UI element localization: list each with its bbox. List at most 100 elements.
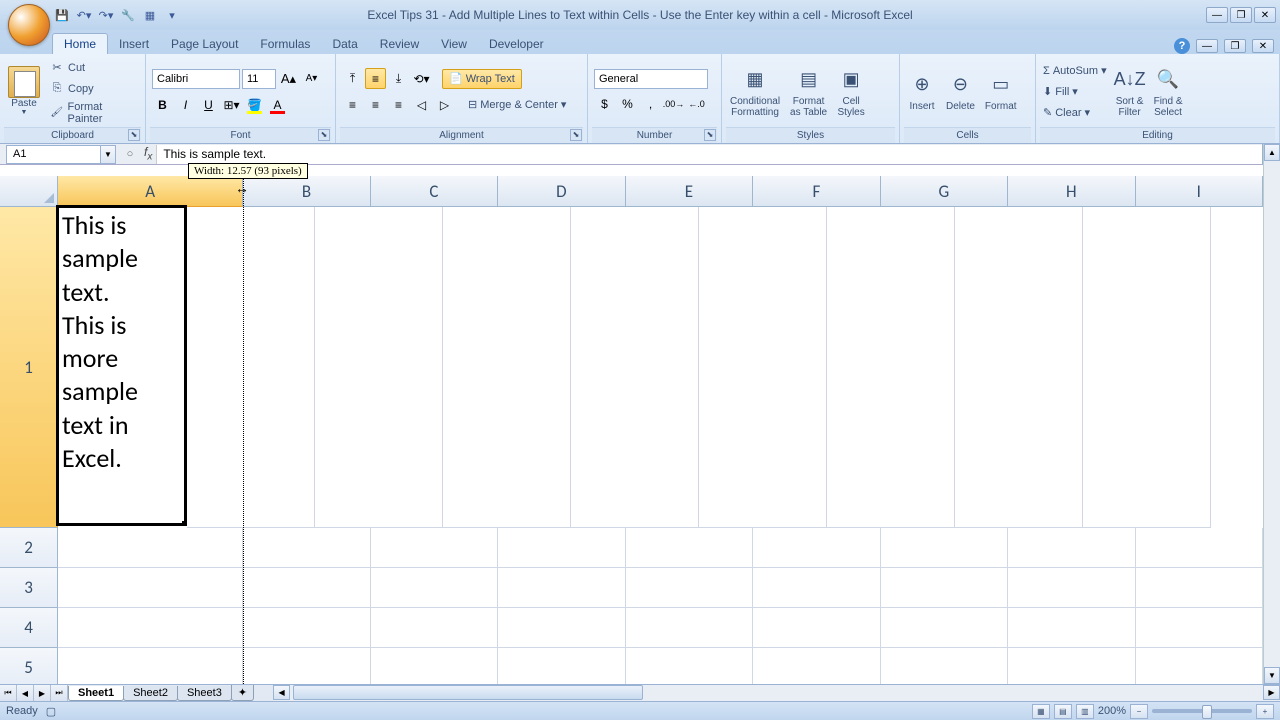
row-header-5[interactable]: 5 (0, 648, 58, 684)
font-color-button[interactable]: A (267, 94, 288, 115)
clear-button[interactable]: ✎Clear ▾ (1040, 103, 1110, 123)
cell-G3[interactable] (881, 568, 1008, 608)
increase-indent-button[interactable]: ▷ (434, 94, 455, 115)
qat-save-icon[interactable]: 💾 (52, 5, 72, 25)
cell-E1[interactable] (571, 207, 699, 528)
tab-data[interactable]: Data (321, 34, 368, 54)
cell-B4[interactable] (243, 608, 370, 648)
cell-H4[interactable] (1008, 608, 1135, 648)
sheet-nav-first[interactable]: ⏮ (0, 685, 17, 701)
align-bottom-button[interactable]: ⤓ (388, 68, 409, 89)
number-launcher[interactable]: ⬊ (704, 129, 716, 141)
conditional-formatting-button[interactable]: ▦Conditional Formatting (726, 64, 784, 120)
row-header-4[interactable]: 4 (0, 608, 58, 648)
cell-E4[interactable] (626, 608, 753, 648)
comma-button[interactable]: , (640, 94, 661, 115)
autosum-button[interactable]: ΣAutoSum ▾ (1040, 61, 1110, 81)
cell-F2[interactable] (753, 528, 880, 568)
fill-button[interactable]: ⬇Fill ▾ (1040, 82, 1110, 102)
horizontal-scrollbar[interactable]: ◀ ▶ (273, 685, 1280, 702)
page-layout-view-button[interactable]: ▤ (1054, 704, 1072, 719)
cell-E2[interactable] (626, 528, 753, 568)
help-icon[interactable]: ? (1174, 38, 1190, 54)
col-header-G[interactable]: G (881, 176, 1008, 207)
cancel-formula-button[interactable]: ○ (120, 145, 140, 164)
close-button[interactable]: ✕ (1254, 7, 1276, 23)
cell-styles-button[interactable]: ▣Cell Styles (833, 64, 869, 120)
tab-page-layout[interactable]: Page Layout (160, 34, 249, 54)
currency-button[interactable]: $ (594, 94, 615, 115)
insert-cells-button[interactable]: ⊕Insert (904, 69, 940, 114)
copy-button[interactable]: Copy (46, 79, 141, 99)
name-box[interactable] (6, 145, 101, 164)
cell-I4[interactable] (1136, 608, 1263, 648)
scroll-up-button[interactable]: ▲ (1264, 144, 1280, 161)
sheet-tab-3[interactable]: Sheet3 (177, 686, 232, 701)
page-break-view-button[interactable]: ▥ (1076, 704, 1094, 719)
format-painter-button[interactable]: Format Painter (46, 100, 141, 126)
zoom-level[interactable]: 200% (1098, 705, 1126, 717)
workbook-close-button[interactable]: ✕ (1252, 39, 1274, 53)
cell-A3[interactable] (58, 568, 243, 608)
format-cells-button[interactable]: ▭Format (981, 69, 1021, 114)
border-button[interactable]: ⊞▾ (221, 94, 242, 115)
bold-button[interactable]: B (152, 94, 173, 115)
fx-icon[interactable]: fx (144, 145, 152, 162)
cell-H5[interactable] (1008, 648, 1135, 684)
col-header-E[interactable]: E (626, 176, 753, 207)
align-center-button[interactable]: ≡ (365, 94, 386, 115)
row-header-3[interactable]: 3 (0, 568, 58, 608)
col-header-C[interactable]: C (371, 176, 498, 207)
italic-button[interactable]: I (175, 94, 196, 115)
font-name-select[interactable] (152, 69, 240, 89)
cell-E3[interactable] (626, 568, 753, 608)
row-header-2[interactable]: 2 (0, 528, 58, 568)
find-select-button[interactable]: 🔍Find & Select (1150, 64, 1187, 120)
qat-tools-icon[interactable]: 🔧 (118, 5, 138, 25)
orientation-button[interactable]: ⟲▾ (411, 68, 432, 89)
cell-C3[interactable] (371, 568, 498, 608)
restore-button[interactable]: ❐ (1230, 7, 1252, 23)
cell-C4[interactable] (371, 608, 498, 648)
col-header-B[interactable]: B (243, 176, 370, 207)
hscroll-thumb[interactable] (293, 685, 643, 700)
align-top-button[interactable]: ⤒ (342, 68, 363, 89)
col-header-H[interactable]: H (1008, 176, 1135, 207)
cell-H3[interactable] (1008, 568, 1135, 608)
name-box-dropdown[interactable]: ▼ (101, 145, 116, 164)
qat-redo-icon[interactable]: ↷▾ (96, 5, 116, 25)
cell-G4[interactable] (881, 608, 1008, 648)
cell-B1[interactable] (187, 207, 315, 528)
ribbon-minimize-button[interactable]: — (1196, 39, 1218, 53)
cell-B3[interactable] (243, 568, 370, 608)
cell-H1[interactable] (955, 207, 1083, 528)
wrap-text-button[interactable]: 📄Wrap Text (442, 69, 522, 89)
cell-H2[interactable] (1008, 528, 1135, 568)
merge-center-button[interactable]: ⊟Merge & Center ▾ (465, 95, 569, 115)
cell-C1[interactable] (315, 207, 443, 528)
normal-view-button[interactable]: ▦ (1032, 704, 1050, 719)
macro-record-icon[interactable]: ▢ (46, 705, 56, 718)
tab-view[interactable]: View (430, 34, 478, 54)
cell-E5[interactable] (626, 648, 753, 684)
cell-B5[interactable] (243, 648, 370, 684)
cell-G1[interactable] (827, 207, 955, 528)
delete-cells-button[interactable]: ⊖Delete (942, 69, 979, 114)
underline-button[interactable]: U (198, 94, 219, 115)
align-right-button[interactable]: ≡ (388, 94, 409, 115)
col-header-F[interactable]: F (753, 176, 880, 207)
decrease-decimal-button[interactable]: ←.0 (686, 94, 707, 115)
increase-decimal-button[interactable]: .00→ (663, 94, 684, 115)
row-header-1[interactable]: 1 (0, 207, 58, 528)
cell-D1[interactable] (443, 207, 571, 528)
cell-A5[interactable] (58, 648, 243, 684)
office-button[interactable] (8, 4, 50, 46)
cut-button[interactable]: Cut (46, 58, 141, 78)
sheet-nav-last[interactable]: ⏭ (51, 685, 68, 701)
workbook-restore-button[interactable]: ❐ (1224, 39, 1246, 53)
tab-home[interactable]: Home (52, 33, 108, 54)
zoom-in-button[interactable]: + (1256, 704, 1274, 719)
grow-font-button[interactable]: A▴ (278, 68, 299, 89)
tab-review[interactable]: Review (369, 34, 430, 54)
font-size-select[interactable] (242, 69, 276, 89)
